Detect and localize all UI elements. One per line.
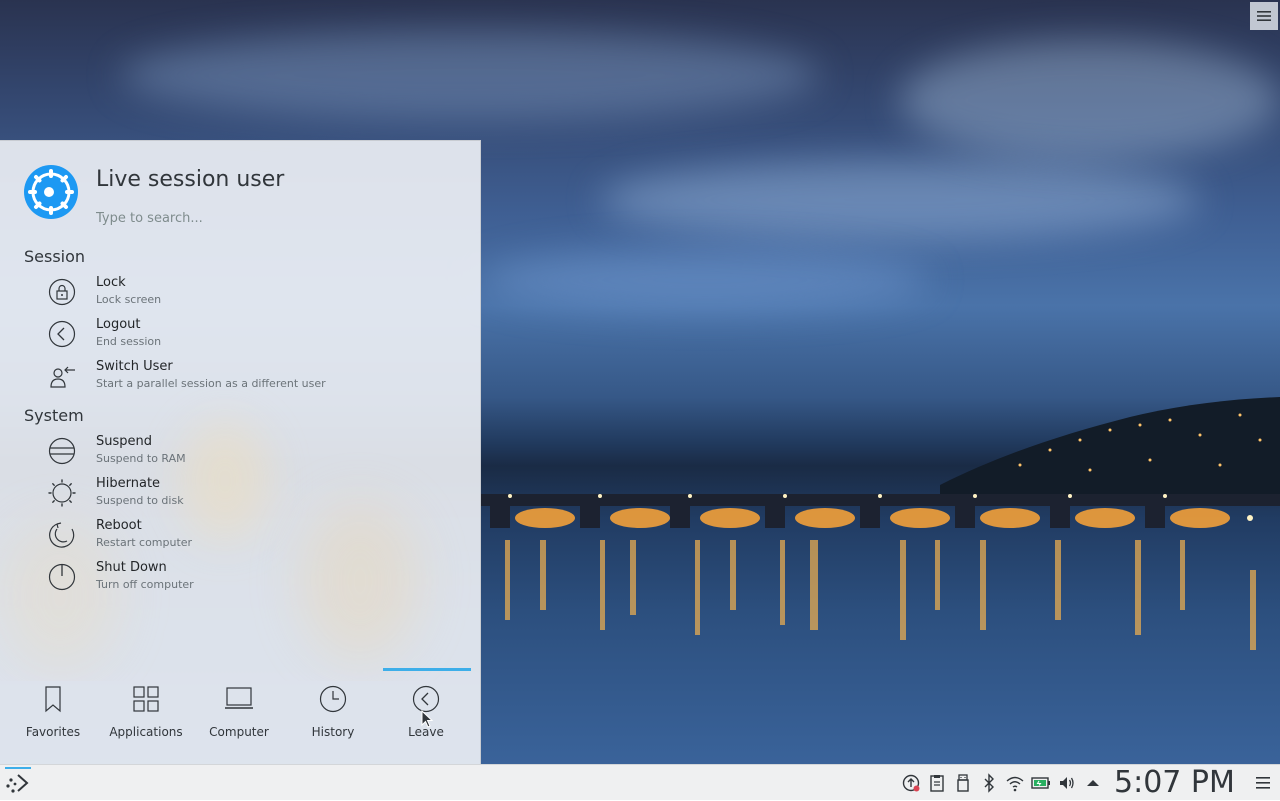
leave-item-switch-user[interactable]: Switch User Start a parallel session as … [40,358,460,398]
leave-item-shutdown[interactable]: Shut Down Turn off computer [40,559,460,599]
item-description: Turn off computer [96,578,194,591]
logout-icon [48,320,76,348]
expand-tray-button[interactable] [1083,773,1103,793]
leave-item-logout[interactable]: Logout End session [40,316,460,356]
item-name: Logout [96,317,141,332]
application-launcher: Live session user Session Lock Lock scre… [0,140,481,765]
clipboard-tray-item[interactable] [927,773,947,793]
tab-favorites[interactable]: Favorites [9,669,97,741]
tab-label: Computer [209,725,269,739]
item-description: Lock screen [96,293,162,306]
shutdown-icon [48,563,76,591]
panel-options-button[interactable] [1254,773,1272,793]
leave-item-hibernate[interactable]: Hibernate Suspend to disk [40,475,460,515]
search-input[interactable] [96,207,456,229]
lock-icon [48,278,76,306]
battery-icon [1031,777,1050,789]
launcher-header: Live session user [24,165,464,229]
device-tray-item[interactable] [953,773,973,793]
switch-user-icon [50,366,75,388]
digital-clock[interactable]: 5:07 PM [1114,765,1235,801]
wifi-icon [1006,776,1024,792]
mouse-cursor-icon [421,710,433,728]
section-title-session: Session [24,247,86,266]
usb-device-icon [957,774,969,792]
taskbar: 5:07 PM [0,764,1280,800]
expand-tray-icon [1087,780,1099,786]
grid-icon [133,686,159,712]
tab-label: Favorites [25,725,81,739]
reboot-icon [49,522,75,548]
item-name: Switch User [96,359,173,374]
tab-label: Applications [109,725,183,739]
laptop-icon [225,687,253,709]
active-tab-indicator [383,668,471,671]
item-name: Reboot [96,518,142,533]
tab-applications[interactable]: Applications [102,669,190,741]
kde-launcher-icon [6,774,29,793]
section-title-system: System [24,406,84,425]
item-description: Suspend to RAM [96,452,186,465]
item-name: Lock [96,275,126,290]
active-indicator [5,767,31,769]
volume-icon [1060,777,1074,789]
leave-item-lock[interactable]: Lock Lock screen [40,274,460,314]
kde-logo-icon [24,165,78,219]
hamburger-icon [1257,11,1271,21]
leave-icon [412,685,440,713]
volume-tray-item[interactable] [1057,773,1077,793]
application-launcher-button[interactable] [4,767,32,797]
tab-computer[interactable]: Computer [195,669,283,741]
hamburger-icon [1256,777,1270,789]
user-name: Live session user [96,167,285,192]
tab-history[interactable]: History [289,669,377,741]
hibernate-icon [48,479,76,507]
updates-tray-item[interactable] [901,773,921,793]
item-name: Suspend [96,434,153,449]
bluetooth-tray-item[interactable] [979,773,999,793]
item-description: Start a parallel session as a different … [96,377,326,390]
tab-leave[interactable]: Leave [382,669,470,741]
battery-tray-item[interactable] [1031,773,1051,793]
suspend-icon [48,437,76,465]
item-description: Suspend to disk [96,494,184,507]
leave-item-reboot[interactable]: Reboot Restart computer [40,517,460,557]
updates-icon [902,774,920,792]
item-name: Shut Down [96,560,167,575]
clipboard-icon [930,775,944,792]
item-name: Hibernate [96,476,161,491]
item-description: End session [96,335,162,348]
launcher-tab-bar: Favorites Applications Computer History … [7,669,473,741]
bluetooth-icon [984,773,994,793]
tab-label: History [311,725,355,739]
item-description: Restart computer [96,536,193,549]
network-tray-item[interactable] [1005,773,1025,793]
leave-item-suspend[interactable]: Suspend Suspend to RAM [40,433,460,473]
bookmark-icon [45,686,61,713]
desktop-toolbox-button[interactable] [1250,2,1278,30]
clock-icon [319,685,347,713]
